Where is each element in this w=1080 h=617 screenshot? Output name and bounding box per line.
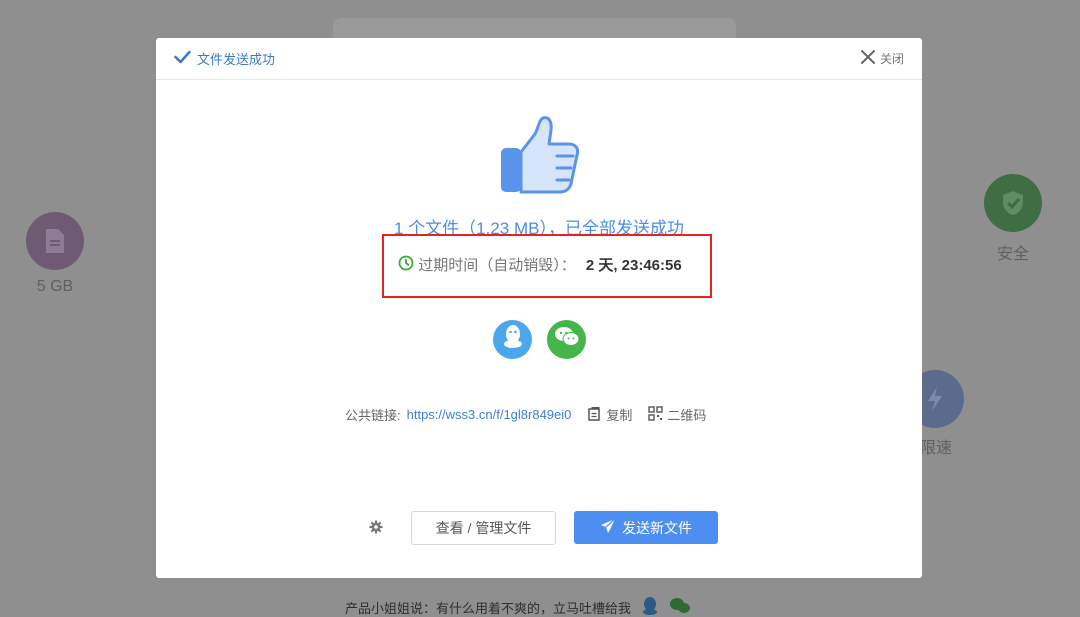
file-icon [26,212,84,270]
expire-label: 过期时间（自动销毁）： [418,257,576,274]
qrcode-label: 二维码 [667,408,707,423]
feature-safe-label: 安全 [996,246,1029,263]
copy-button[interactable]: 复制 [587,405,632,424]
share-icons [493,320,586,359]
modal-title: 文件发送成功 [174,49,275,68]
wechat-icon [554,326,580,353]
feature-storage: 5 GB [20,212,90,296]
check-icon [174,50,191,67]
copy-icon [587,406,602,424]
shield-icon [984,174,1042,232]
paper-plane-icon [600,518,616,537]
send-new-file-button[interactable]: 发送新文件 [574,511,718,544]
copy-label: 复制 [606,408,633,423]
footer-tip-text: 产品小姐姐说：有什么用着不爽的，立马吐槽给我 [345,601,632,616]
modal-header: 文件发送成功 关闭 [156,38,922,80]
expire-row: 过期时间（自动销毁）： 2 天, 23:46:56 [390,254,690,275]
public-link-label: 公共链接: [345,408,401,423]
public-link-url[interactable]: https://wss3.cn/f/1gl8r849ei0 [407,407,572,422]
modal-title-text: 文件发送成功 [197,52,276,67]
qrcode-icon [648,405,664,424]
share-qq-button[interactable] [493,320,532,359]
qq-icon [502,324,524,355]
public-link-row: 公共链接: https://wss3.cn/f/1gl8r849ei0 复制 二… [345,405,706,424]
gear-icon[interactable] [369,520,383,539]
close-icon [860,49,876,68]
thumbs-up-icon [499,116,580,201]
expire-value: 2 天, 23:46:56 [585,257,682,274]
manage-files-button[interactable]: 查看 / 管理文件 [411,511,556,545]
qrcode-button[interactable]: 二维码 [648,405,706,424]
send-success-modal: 文件发送成功 关闭 1 个文件（1.23 MB），已全部发送成功 过期时间（自动… [156,38,922,578]
footer-tip: 产品小姐姐说：有什么用着不爽的，立马吐槽给我 [345,596,691,617]
close-button-label: 关闭 [879,52,904,66]
share-wechat-button[interactable] [547,320,586,359]
clock-icon [398,255,414,275]
close-button[interactable]: 关闭 [860,49,904,68]
feature-speed-label: 限速 [920,440,953,457]
feature-safe: 安全 [978,174,1048,264]
qq-icon[interactable] [641,596,659,617]
feature-storage-label: 5 GB [36,278,74,295]
wechat-icon[interactable] [669,597,691,617]
send-new-file-label: 发送新文件 [622,519,692,536]
